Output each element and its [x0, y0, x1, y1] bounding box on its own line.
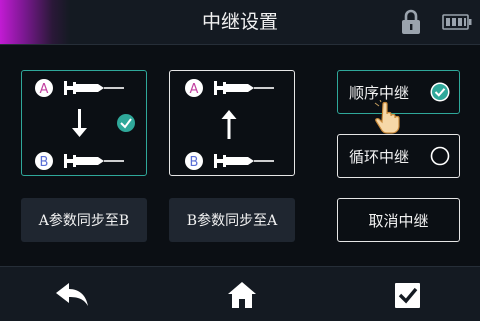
checked-radio-icon [430, 82, 450, 102]
sync-a-to-b-button[interactable]: A参数同步至B [21, 198, 147, 242]
bottom-nav-bar [0, 266, 480, 321]
selected-check-icon [117, 114, 135, 132]
direction-a-to-b-panel[interactable]: A B [21, 70, 147, 176]
arrow-down-icon [72, 109, 87, 137]
lock-icon [402, 9, 420, 34]
label-b: B [190, 155, 199, 170]
label-a: A [40, 82, 49, 97]
battery-icon [442, 14, 472, 30]
syringe-icon [64, 154, 124, 168]
sync-b-to-a-button[interactable]: B参数同步至A [169, 198, 295, 242]
direction-b-to-a-panel[interactable]: A B [169, 70, 295, 176]
tap-hand-icon [374, 100, 400, 134]
a-to-b-diagram: A B [35, 79, 135, 170]
label-b-circle: B [185, 152, 203, 170]
label-a: A [190, 82, 199, 97]
home-icon[interactable] [222, 280, 262, 310]
syringe-icon [64, 81, 124, 95]
title-bar: 中继设置 [0, 0, 480, 45]
arrow-up-icon [221, 110, 237, 139]
label-b: B [40, 155, 49, 170]
syringe-icon [214, 154, 274, 168]
unchecked-radio-icon [430, 146, 450, 166]
label-a-circle: A [35, 79, 53, 97]
back-icon[interactable] [52, 280, 92, 310]
label-a-circle: A [185, 79, 203, 97]
b-to-a-diagram: A B [185, 79, 274, 170]
loop-relay-option[interactable]: 循环中继 [337, 134, 460, 178]
label-b-circle: B [35, 152, 53, 170]
loop-relay-label: 循环中继 [349, 147, 410, 166]
confirm-icon[interactable] [388, 280, 428, 310]
cancel-relay-button[interactable]: 取消中继 [337, 198, 460, 242]
syringe-icon [214, 81, 274, 95]
